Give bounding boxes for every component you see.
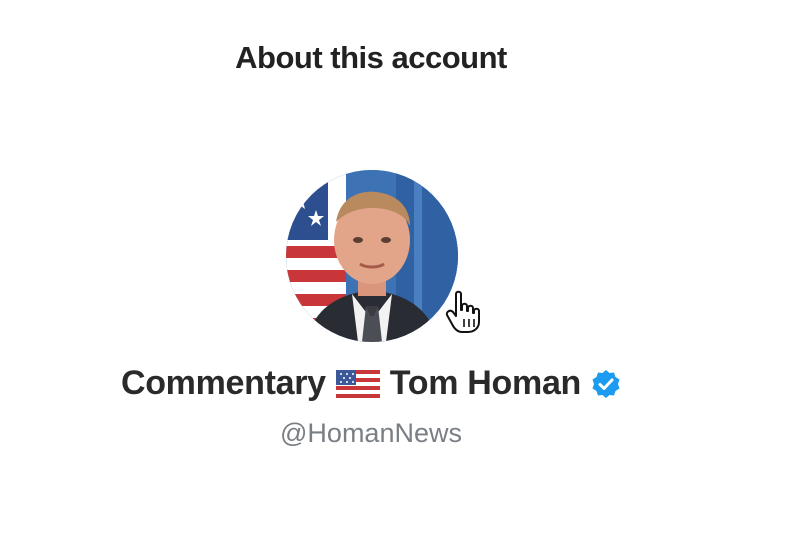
- verified-badge-icon: [592, 369, 620, 398]
- display-name: Tom Homan: [389, 364, 582, 402]
- about-account-panel: About this account Commentary Tom Homan …: [0, 0, 810, 538]
- profile-avatar[interactable]: [286, 170, 458, 342]
- profile-handle[interactable]: @HomanNews: [0, 418, 742, 449]
- page-title: About this account: [235, 40, 507, 75]
- us-flag-icon: [335, 369, 380, 398]
- hand-pointer-icon: [444, 290, 484, 334]
- avatar-image: [286, 170, 458, 342]
- profile-name-row: Commentary Tom Homan: [0, 364, 742, 403]
- display-name-prefix: Commentary: [120, 364, 326, 402]
